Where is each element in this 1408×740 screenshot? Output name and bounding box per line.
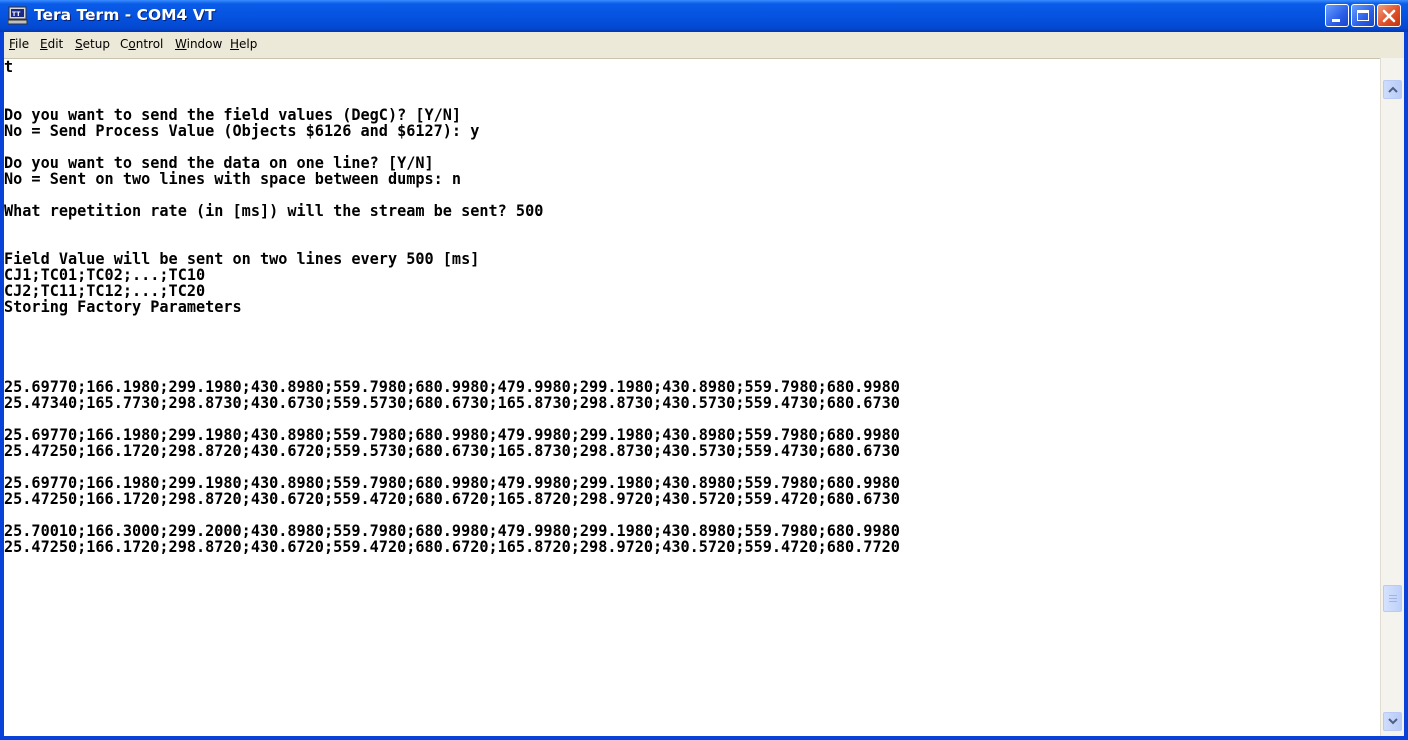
window-title: Tera Term - COM4 VT <box>34 6 216 24</box>
scrollbar-thumb[interactable] <box>1383 585 1402 612</box>
terminal-line: 25.47250;166.1720;298.8720;430.6720;559.… <box>4 441 900 460</box>
close-button[interactable] <box>1377 4 1401 27</box>
scroll-down-button[interactable] <box>1383 712 1402 731</box>
svg-text:TT: TT <box>12 11 21 18</box>
terminal-line: 25.47250;166.1720;298.8720;430.6720;559.… <box>4 489 900 508</box>
terminal-line: No = Sent on two lines with space betwee… <box>4 169 462 188</box>
thumb-grip <box>1389 595 1397 596</box>
terminal-line: 25.47250;166.1720;298.8720;430.6720;559.… <box>4 537 900 556</box>
menu-setup[interactable]: Setup <box>75 37 110 51</box>
terminal-line: t <box>4 58 14 76</box>
thumb-grip <box>1389 598 1397 599</box>
terminal-line: No = Send Process Value (Objects $6126 a… <box>4 121 480 140</box>
chevron-down-icon <box>1388 718 1398 725</box>
minimize-button[interactable] <box>1325 4 1349 27</box>
close-icon <box>1382 9 1396 23</box>
terminal-screen[interactable]: t Do you want to send the field values (… <box>4 58 1380 736</box>
maximize-button[interactable] <box>1351 4 1375 27</box>
scroll-up-button[interactable] <box>1383 80 1402 99</box>
menu-control[interactable]: Control <box>120 37 163 51</box>
chevron-up-icon <box>1388 86 1398 93</box>
minimize-icon <box>1332 19 1340 22</box>
thumb-grip <box>1389 601 1397 602</box>
terminal-line: Storing Factory Parameters <box>4 297 242 316</box>
terminal-line: What repetition rate (in [ms]) will the … <box>4 201 544 220</box>
tera-term-icon: TT <box>7 6 28 25</box>
terminal-window: TT Tera Term - COM4 VT File Edit Setup C… <box>0 0 1408 740</box>
menu-bar: File Edit Setup Control Window Help <box>4 32 1404 58</box>
menu-edit[interactable]: Edit <box>40 37 63 51</box>
vertical-scrollbar[interactable] <box>1380 58 1404 736</box>
terminal-output: t Do you want to send the field values (… <box>4 59 900 555</box>
terminal-line: 25.47340;165.7730;298.8730;430.6730;559.… <box>4 393 900 412</box>
title-bar[interactable]: TT Tera Term - COM4 VT <box>0 0 1408 32</box>
menu-help[interactable]: Help <box>230 37 257 51</box>
maximize-icon <box>1357 10 1369 21</box>
menu-file[interactable]: File <box>9 37 29 51</box>
menu-window[interactable]: Window <box>175 37 222 51</box>
